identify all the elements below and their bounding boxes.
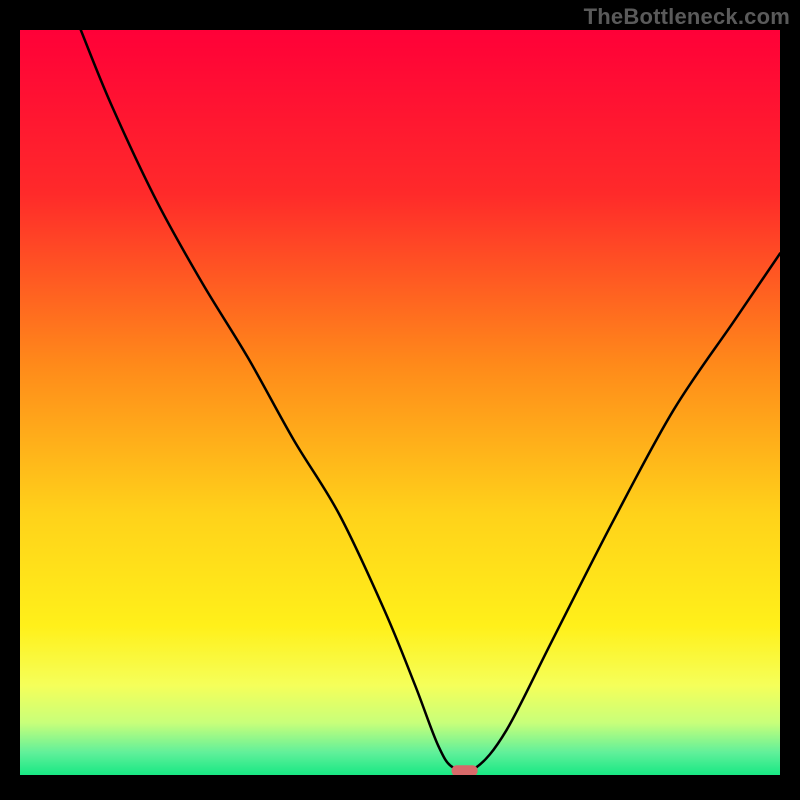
watermark-label: TheBottleneck.com [584,4,790,30]
chart-container: TheBottleneck.com [0,0,800,800]
plot-area [20,30,780,775]
optimal-marker [452,765,478,775]
chart-svg [20,30,780,775]
gradient-background [20,30,780,775]
